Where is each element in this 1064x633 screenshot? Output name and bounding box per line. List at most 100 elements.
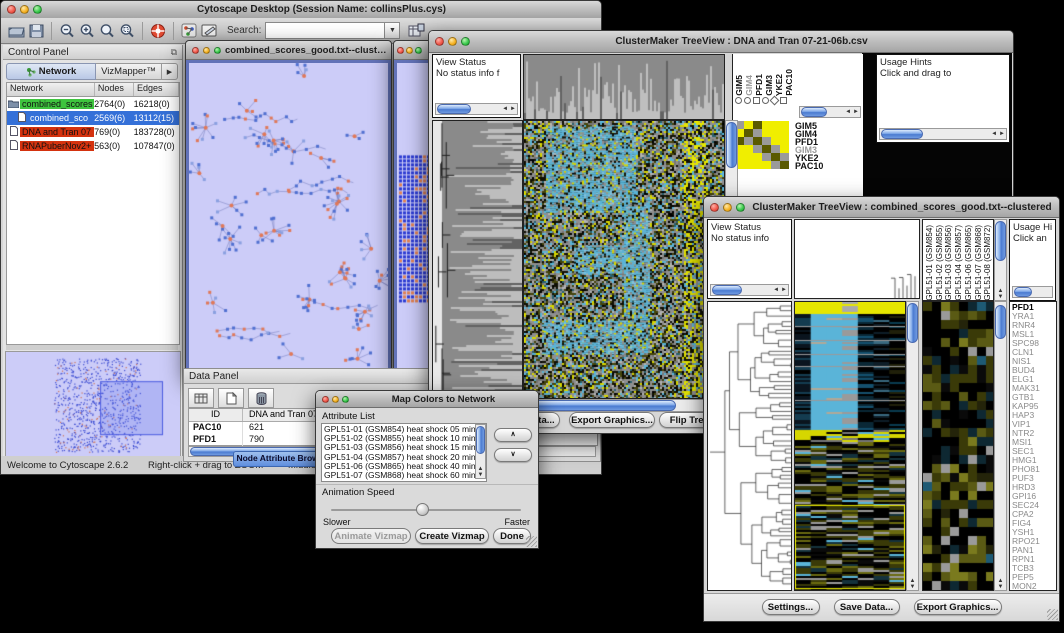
tree1-column-dendrogram[interactable] (523, 54, 725, 120)
matrix-cell[interactable] (771, 129, 780, 137)
panel-splitter[interactable] (6, 345, 178, 350)
matrix-cell[interactable] (771, 121, 780, 129)
tree2-usage-scrollbar[interactable] (1012, 286, 1053, 298)
scroll-right-icon[interactable]: ► (780, 287, 788, 293)
minimize-button[interactable] (332, 396, 339, 403)
tree1-zoom-mini-toolbar[interactable] (733, 97, 787, 104)
minimize-button[interactable] (723, 203, 732, 212)
matrix-row-label[interactable]: PAC10 (795, 162, 861, 170)
scroll-down-icon[interactable]: ▼ (997, 294, 1005, 300)
col-header-id[interactable]: ID (189, 409, 243, 421)
matrix-cell[interactable] (762, 137, 771, 145)
zoom-button[interactable] (214, 47, 221, 54)
matrix-col-label[interactable]: GIM3 (765, 75, 774, 96)
matrix-cell[interactable] (744, 145, 753, 153)
annotation-icon[interactable] (199, 21, 219, 40)
resize-grip[interactable] (526, 536, 537, 547)
delete-attribute-icon[interactable] (248, 388, 274, 408)
minimize-button[interactable] (406, 47, 413, 54)
matrix-cell[interactable] (753, 145, 762, 153)
tree2-button-save-data-[interactable]: Save Data... (834, 599, 900, 615)
scroll-left-icon[interactable]: ◄ (844, 109, 852, 115)
matrix-cell[interactable] (780, 161, 789, 169)
zoom-button[interactable] (736, 203, 745, 212)
slider-thumb[interactable] (416, 503, 429, 516)
array-col-label[interactable]: GPL51-01 (GSM854) (925, 225, 935, 301)
matrix-cell[interactable] (780, 129, 789, 137)
matrix-cell[interactable] (780, 121, 789, 129)
tree2-column-dendrogram[interactable] (794, 219, 920, 299)
network-col-header[interactable]: Nodes (95, 83, 134, 96)
matrix-cell[interactable] (762, 129, 771, 137)
array-col-label[interactable]: GPL51-06 (GSM865) (964, 225, 974, 301)
matrix-cell[interactable] (753, 121, 762, 129)
matrix-col-label[interactable]: GIM5 (735, 75, 744, 96)
matrix-cell[interactable] (744, 153, 753, 161)
matrix-col-label[interactable]: GIM4 (745, 75, 754, 96)
close-button[interactable] (710, 203, 719, 212)
tree2-row-dendrogram[interactable] (707, 301, 792, 591)
treeview-combined-titlebar[interactable]: ClusterMaker TreeView : combined_scores_… (704, 197, 1059, 218)
zoom-button[interactable] (342, 396, 349, 403)
tab-vizmapper[interactable]: VizMapper™ (96, 63, 162, 80)
attribute-select-icon[interactable] (188, 388, 214, 408)
scroll-left-icon[interactable]: ◄ (990, 131, 998, 137)
network-table-row[interactable]: DNA and Tran 07769(0)183728(0) (7, 125, 179, 139)
scroll-down-icon[interactable]: ▼ (997, 584, 1005, 590)
tree2-status-scrollbar[interactable]: ◄ ► (710, 284, 789, 296)
zoom-selected-icon[interactable] (117, 21, 137, 40)
matrix-cell[interactable] (744, 161, 753, 169)
network-col-header[interactable]: Network (7, 83, 95, 96)
tree2-button-settings-[interactable]: Settings... (762, 599, 820, 615)
close-button[interactable] (397, 47, 404, 54)
float-panel-icon[interactable]: ⧉ (171, 47, 177, 58)
close-button[interactable] (435, 37, 444, 46)
matrix-col-label[interactable]: PFD1 (755, 74, 764, 96)
network-view-titlebar[interactable]: combined_scores_good.txt--cluste... (186, 41, 391, 60)
matrix-col-label[interactable]: YKE2 (775, 74, 784, 96)
zoom-fit-icon[interactable] (97, 21, 117, 40)
save-session-icon[interactable] (26, 21, 46, 40)
network-table-row[interactable]: combined_scores2764(0)16218(0) (7, 97, 179, 111)
scroll-right-icon[interactable]: ► (852, 109, 860, 115)
network-overview-icon[interactable] (179, 21, 199, 40)
array-col-label[interactable]: GPL51-02 (GSM855) (935, 225, 945, 301)
minimize-button[interactable] (203, 47, 210, 54)
map-dialog-titlebar[interactable]: Map Colors to Network (316, 391, 538, 408)
zoom-button[interactable] (461, 37, 470, 46)
new-attribute-icon[interactable] (218, 388, 244, 408)
network-graph-canvas[interactable] (189, 63, 388, 371)
matrix-cell[interactable] (762, 153, 771, 161)
tree2-zoom-vscroll[interactable]: ▲ ▼ (994, 301, 1007, 591)
matrix-cell[interactable] (753, 137, 762, 145)
tree1-zoom-matrix[interactable] (735, 121, 789, 169)
network-col-header[interactable]: Edges (134, 83, 179, 96)
tree1-heatmap[interactable] (523, 120, 725, 399)
matrix-cell[interactable] (744, 137, 753, 145)
matrix-cell[interactable] (771, 137, 780, 145)
treeview-dna-titlebar[interactable]: ClusterMaker TreeView : DNA and Tran 07-… (429, 31, 1013, 53)
tab-network[interactable]: Network (6, 63, 96, 80)
tree1-zoom-hscroll[interactable]: ◄ ► (799, 106, 861, 118)
zoom-button[interactable] (415, 47, 422, 54)
matrix-col-label[interactable]: PAC10 (785, 69, 794, 96)
matrix-cell[interactable] (753, 153, 762, 161)
open-session-icon[interactable] (6, 21, 26, 40)
zoom-button[interactable] (33, 5, 42, 14)
help-icon[interactable] (148, 21, 168, 40)
matrix-cell[interactable] (762, 161, 771, 169)
animate-vizmap-button[interactable]: Animate Vizmap (331, 528, 411, 544)
zoom-out-icon[interactable] (57, 21, 77, 40)
matrix-cell[interactable] (771, 161, 780, 169)
scroll-left-icon[interactable]: ◄ (501, 106, 509, 112)
move-down-button[interactable]: ∨ (494, 448, 532, 462)
tab-overflow-button[interactable]: ▶ (162, 63, 178, 80)
tree1-status-scrollbar[interactable]: ◄ ► (435, 103, 518, 115)
tree1-row-dendrogram[interactable] (432, 120, 523, 399)
close-button[interactable] (7, 5, 16, 14)
matrix-cell[interactable] (771, 145, 780, 153)
matrix-cell[interactable] (771, 153, 780, 161)
move-up-button[interactable]: ∧ (494, 428, 532, 442)
minimize-button[interactable] (448, 37, 457, 46)
scroll-right-icon[interactable]: ► (998, 131, 1006, 137)
